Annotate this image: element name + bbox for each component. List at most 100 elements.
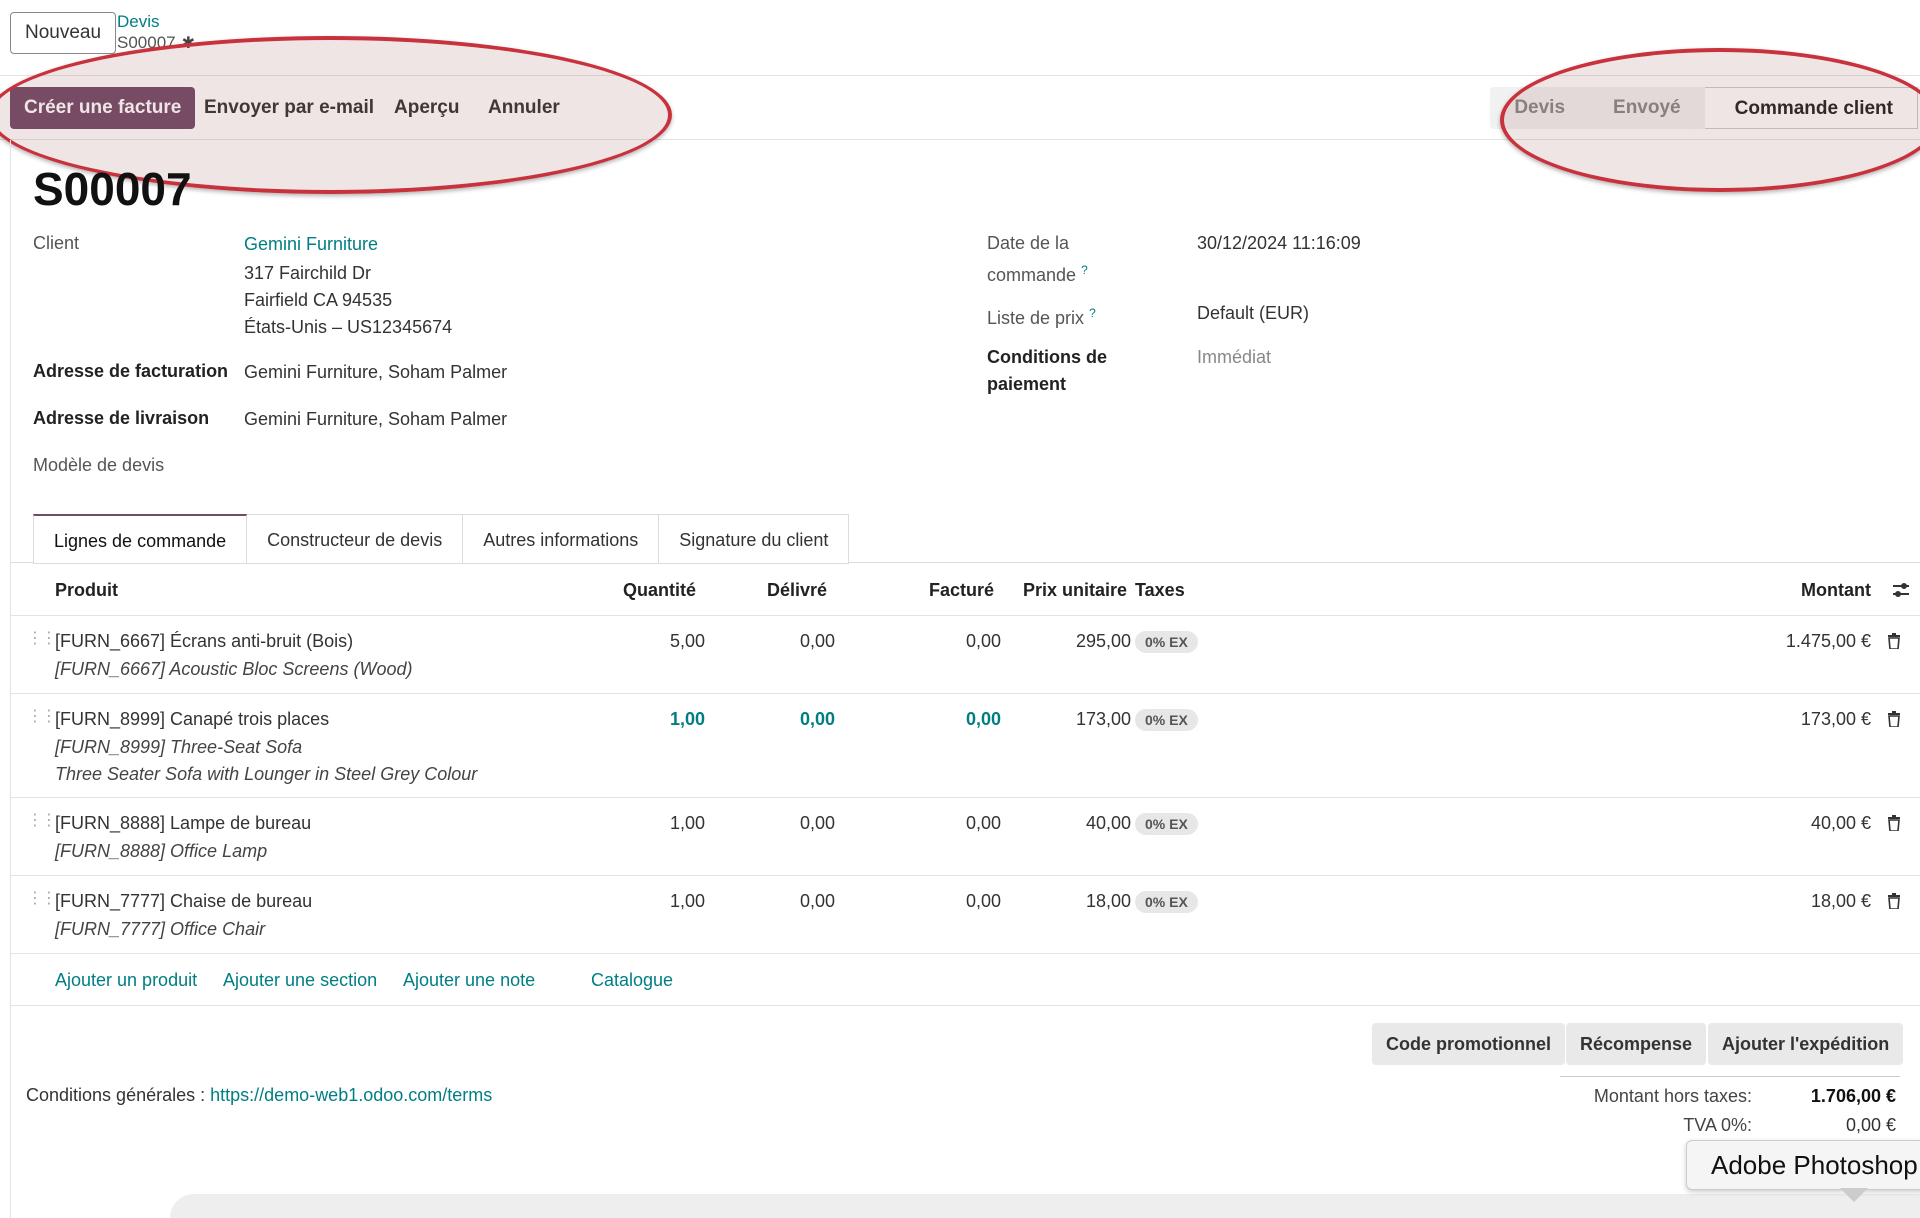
invoiced-cell: 0,00 — [965, 813, 1001, 833]
status-stage-quotation[interactable]: Devis — [1490, 87, 1589, 129]
trash-icon[interactable] — [1887, 815, 1901, 831]
help-icon[interactable]: ? — [1089, 306, 1096, 320]
column-header-delivered[interactable]: Délivré — [767, 564, 827, 616]
quotation-template-label: Modèle de devis — [33, 455, 165, 475]
bottom-shadow-overlay — [170, 1194, 1920, 1218]
status-stage-sent[interactable]: Envoyé — [1589, 87, 1705, 129]
client-address-line2: Fairfield CA 94535 — [244, 290, 393, 310]
notebook-tabs: Lignes de commande Constructeur de devis… — [33, 514, 850, 564]
client-label: Client — [33, 233, 80, 253]
invoiced-cell: 0,00 — [965, 631, 1001, 651]
product-description-extra: Three Seater Sofa with Lounger in Steel … — [55, 764, 478, 784]
add-product-link[interactable]: Ajouter un produit — [55, 954, 197, 1006]
payment-terms-label-line2: paiement — [987, 374, 1067, 394]
cancel-button[interactable]: Annuler — [474, 87, 574, 129]
trash-icon[interactable] — [1887, 893, 1901, 909]
product-description: [FURN_8888] Office Lamp — [55, 841, 268, 861]
table-row[interactable]: ⋮⋮ [FURN_8888] Lampe de bureau [FURN_888… — [11, 798, 1920, 876]
add-section-link[interactable]: Ajouter une section — [223, 954, 377, 1006]
drag-handle-icon[interactable]: ⋮⋮ — [27, 888, 57, 908]
quantity-cell[interactable]: 5,00 — [571, 628, 705, 655]
delivered-cell: 0,00 — [799, 891, 835, 911]
amount-cell: 173,00 € — [1800, 709, 1871, 729]
trash-icon[interactable] — [1887, 633, 1901, 649]
delivered-cell: 0,00 — [799, 813, 835, 833]
product-name[interactable]: [FURN_8888] Lampe de bureau — [55, 810, 311, 837]
breadcrumb-current: S00007 ✱ — [117, 33, 195, 53]
tab-quote-builder[interactable]: Constructeur de devis — [247, 514, 464, 564]
pricelist-field[interactable]: Default (EUR) — [1197, 300, 1309, 327]
tab-customer-signature[interactable]: Signature du client — [659, 514, 850, 564]
add-shipping-button[interactable]: Ajouter l'expédition — [1708, 1023, 1904, 1065]
unit-price-cell[interactable]: 295,00 — [1011, 628, 1131, 655]
tax-badge[interactable]: 0% EX — [1135, 891, 1198, 913]
tax-badge[interactable]: 0% EX — [1135, 709, 1198, 731]
column-header-unit-price[interactable]: Prix unitaire — [1023, 564, 1127, 616]
page-title: S00007 — [33, 163, 192, 215]
tab-other-info[interactable]: Autres informations — [463, 514, 660, 564]
payment-terms-label: Conditions de paiement — [987, 344, 1107, 398]
pricelist-label-text: Liste de prix — [987, 308, 1085, 328]
vat-label: TVA 0%: — [1683, 1115, 1752, 1135]
order-date-field[interactable]: 30/12/2024 11:16:09 — [1197, 230, 1361, 257]
terms-label: Conditions générales : — [26, 1085, 206, 1105]
trash-icon[interactable] — [1887, 711, 1901, 727]
order-date-label: Date de la commande ? — [987, 230, 1088, 289]
optional-columns-icon[interactable] — [1891, 580, 1911, 600]
status-bar: Devis Envoyé Commande client — [1490, 87, 1918, 130]
terms-link[interactable]: https://demo-web1.odoo.com/terms — [210, 1085, 492, 1105]
help-icon[interactable]: ? — [1081, 263, 1088, 277]
client-address-line1: 317 Fairchild Dr — [244, 263, 372, 283]
create-invoice-button[interactable]: Créer une facture — [10, 87, 196, 129]
column-header-invoiced[interactable]: Facturé — [929, 564, 994, 616]
quantity-cell[interactable]: 1,00 — [571, 888, 705, 915]
table-row[interactable]: ⋮⋮ [FURN_7777] Chaise de bureau [FURN_77… — [11, 876, 1920, 954]
drag-handle-icon[interactable]: ⋮⋮ — [27, 706, 57, 726]
add-note-link[interactable]: Ajouter une note — [403, 954, 535, 1006]
payment-terms-field[interactable]: Immédiat — [1197, 344, 1271, 371]
new-button[interactable]: Nouveau — [10, 12, 117, 54]
unit-price-cell[interactable]: 40,00 — [1011, 810, 1131, 837]
product-description: [FURN_8999] Three-Seat Sofa — [55, 737, 303, 757]
product-name[interactable]: [FURN_8999] Canapé trois places — [55, 706, 329, 733]
amount-cell: 1.475,00 € — [1785, 631, 1871, 651]
drag-handle-icon[interactable]: ⋮⋮ — [27, 628, 57, 648]
untaxed-amount-value: 1.706,00 € — [1810, 1086, 1896, 1106]
promo-code-button[interactable]: Code promotionnel — [1372, 1023, 1565, 1065]
delivered-cell: 0,00 — [799, 709, 835, 729]
gear-icon[interactable]: ✱ — [182, 33, 195, 53]
breadcrumb-parent[interactable]: Devis — [117, 12, 160, 32]
product-name[interactable]: [FURN_7777] Chaise de bureau — [55, 888, 312, 915]
column-header-product[interactable]: Produit — [55, 564, 118, 616]
tax-badge[interactable]: 0% EX — [1135, 631, 1198, 653]
preview-button[interactable]: Aperçu — [380, 87, 473, 129]
send-email-button[interactable]: Envoyer par e-mail — [190, 87, 388, 129]
delivery-address-field[interactable]: Gemini Furniture, Soham Palmer — [244, 406, 507, 433]
unit-price-cell[interactable]: 18,00 — [1011, 888, 1131, 915]
invoice-address-label: Adresse de facturation — [33, 361, 229, 381]
status-stage-sales-order[interactable]: Commande client — [1692, 87, 1918, 130]
product-name[interactable]: [FURN_6667] Écrans anti-bruit (Bois) — [55, 628, 353, 655]
delivered-cell: 0,00 — [799, 631, 835, 651]
column-header-taxes[interactable]: Taxes — [1135, 564, 1185, 616]
table-row[interactable]: ⋮⋮ [FURN_6667] Écrans anti-bruit (Bois) … — [11, 616, 1920, 694]
tax-badge[interactable]: 0% EX — [1135, 813, 1198, 835]
product-description: [FURN_6667] Acoustic Bloc Screens (Wood) — [55, 659, 413, 679]
column-header-quantity[interactable]: Quantité — [623, 564, 696, 616]
unit-price-cell[interactable]: 173,00 — [1011, 706, 1131, 733]
add-line-links: Ajouter un produit Ajouter une section A… — [11, 954, 1920, 1006]
quantity-cell[interactable]: 1,00 — [571, 810, 705, 837]
amount-cell: 40,00 € — [1810, 813, 1871, 833]
catalog-link[interactable]: Catalogue — [591, 954, 673, 1006]
action-bar: Créer une facture Envoyer par e-mail Ape… — [0, 76, 1920, 140]
delivery-address-label: Adresse de livraison — [33, 408, 210, 428]
reward-button[interactable]: Récompense — [1566, 1023, 1707, 1065]
quantity-cell[interactable]: 1,00 — [571, 706, 705, 733]
table-row[interactable]: ⋮⋮ [FURN_8999] Canapé trois places [FURN… — [11, 694, 1920, 798]
invoice-address-field[interactable]: Gemini Furniture, Soham Palmer — [244, 359, 507, 386]
column-header-amount[interactable]: Montant — [1801, 564, 1871, 616]
tab-order-lines[interactable]: Lignes de commande — [33, 514, 248, 564]
drag-handle-icon[interactable]: ⋮⋮ — [27, 810, 57, 830]
order-date-label-line1: Date de la — [987, 233, 1070, 253]
client-name-link[interactable]: Gemini Furniture — [244, 231, 378, 258]
